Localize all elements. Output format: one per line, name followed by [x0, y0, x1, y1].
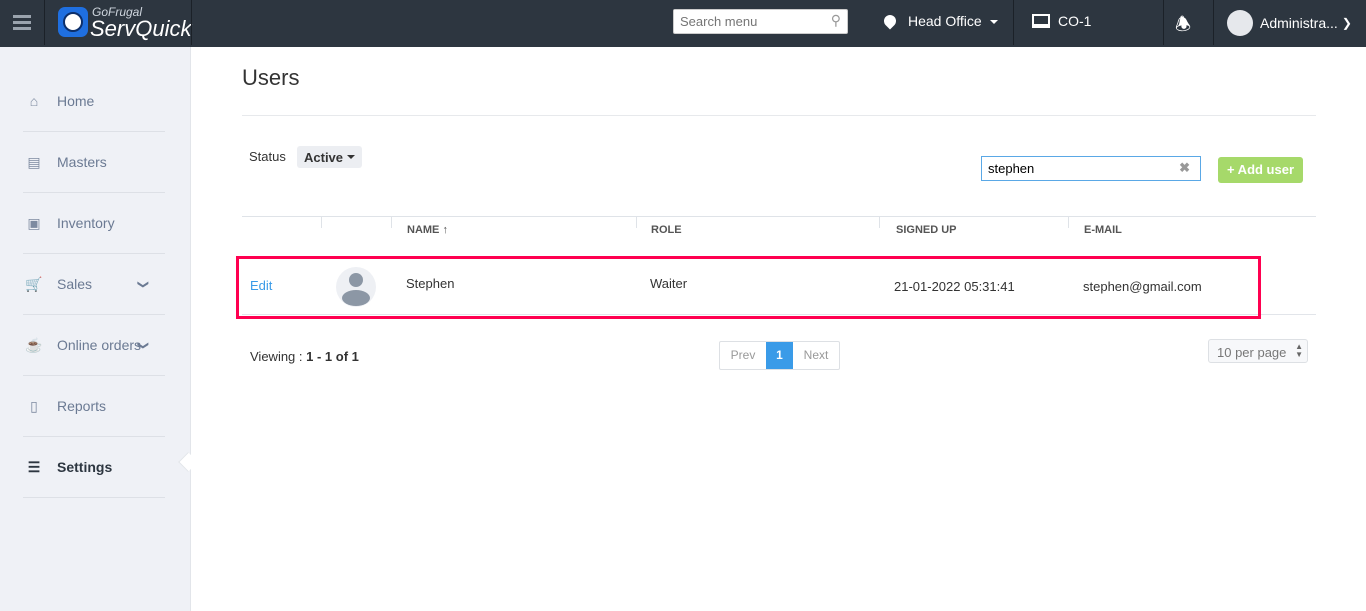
cart-icon: 🛒	[25, 275, 43, 292]
chevron-down-icon: ❯	[137, 279, 150, 289]
sidebar-label: Reports	[57, 398, 107, 414]
caret-down-icon	[989, 19, 998, 28]
avatar	[1227, 10, 1253, 36]
highlight-box	[236, 256, 1261, 319]
inventory-trolley-icon: ▣	[27, 214, 41, 231]
terminal-label: CO-1	[1058, 13, 1092, 29]
chevron-down-icon: ❯	[1341, 16, 1352, 30]
sidebar-item-home[interactable]: ⌂ Home	[23, 71, 165, 132]
sidebar-item-settings[interactable]: ☰ Settings	[23, 437, 165, 498]
computer-icon	[1032, 14, 1050, 28]
sidebar: ⌂ Home ▤ Masters ▣ Inventory 🛒 Sales ❯ ☕ Onlin…	[0, 47, 198, 611]
food-icon: ☕	[25, 336, 43, 353]
menu-toggle-icon[interactable]	[13, 15, 31, 30]
active-pointer	[178, 452, 198, 472]
location-label: Head Office	[908, 13, 982, 29]
page-1-button[interactable]: 1	[766, 342, 793, 369]
sidebar-label: Settings	[57, 459, 113, 475]
column-header-email[interactable]: E-MAIL	[1084, 216, 1122, 242]
sidebar-item-reports[interactable]: ▯ Reports	[23, 376, 165, 437]
clear-search-icon[interactable]: ✖	[1179, 160, 1190, 176]
sidebar-item-sales[interactable]: 🛒 Sales ❯	[23, 254, 165, 315]
home-icon: ⌂	[29, 93, 39, 109]
updown-arrows-icon: ▲ ▼	[1295, 342, 1303, 359]
search-menu-input[interactable]	[674, 10, 819, 32]
column-header-role[interactable]: ROLE	[651, 216, 682, 242]
per-page-select[interactable]: 10 per page ▲ ▼	[1208, 339, 1308, 363]
sidebar-label: Home	[57, 93, 95, 109]
chevron-down-icon: ❯	[137, 340, 150, 350]
user-search-input[interactable]	[982, 157, 1172, 179]
sidebar-label: Masters	[57, 154, 107, 170]
masters-icon: ▤	[27, 153, 41, 170]
sort-asc-icon: ↑	[442, 224, 448, 236]
bar-signal-icon: ▯	[30, 397, 38, 414]
status-label: Status	[249, 149, 286, 164]
title-divider	[242, 115, 1316, 116]
sidebar-item-inventory[interactable]: ▣ Inventory	[23, 193, 165, 254]
column-header-signed-up[interactable]: SIGNED UP	[896, 216, 957, 242]
top-bar: GoFrugal ServQuick ⚲ Head Office CO-1 🕭 …	[0, 0, 1366, 47]
table-top-border	[242, 216, 1316, 217]
viewing-range: 1 - 1 of 1	[306, 349, 359, 364]
add-user-button[interactable]: + Add user	[1218, 157, 1303, 183]
page-title: Users	[242, 65, 300, 90]
sidebar-item-online-orders[interactable]: ☕ Online orders ❯	[23, 315, 165, 376]
per-page-value: 10 per page	[1217, 345, 1287, 360]
user-menu[interactable]: Administra... ❯	[1227, 10, 1352, 36]
user-name: Administra...	[1260, 15, 1338, 31]
caret-down-icon	[347, 155, 356, 163]
status-value: Active	[304, 149, 344, 165]
user-search-box[interactable]: ✖	[981, 156, 1201, 181]
header-label: NAME	[407, 224, 440, 236]
viewing-label: Viewing :	[250, 349, 307, 364]
logo-icon	[58, 7, 88, 37]
column-header-name[interactable]: NAME ↑	[407, 216, 448, 242]
search-menu[interactable]: ⚲	[673, 9, 848, 34]
prev-page-button[interactable]: Prev	[720, 342, 766, 369]
status-dropdown[interactable]: Active	[297, 146, 363, 168]
terminal-selector[interactable]: CO-1	[1032, 13, 1091, 29]
next-page-button[interactable]: Next	[793, 342, 839, 369]
sidebar-item-masters[interactable]: ▤ Masters	[23, 132, 165, 193]
sidebar-label: Inventory	[57, 215, 115, 231]
notification-bell-icon[interactable]: 🕭	[1175, 12, 1191, 42]
pagination: Prev 1 Next	[719, 341, 840, 370]
sidebar-label: Sales	[57, 276, 93, 292]
sliders-icon: ☰	[27, 458, 41, 475]
brand-name: ServQuick	[90, 16, 192, 41]
location-pin-icon	[881, 12, 899, 30]
search-icon[interactable]: ⚲	[831, 12, 841, 29]
viewing-info: Viewing : 1 - 1 of 1	[250, 349, 359, 364]
location-selector[interactable]: Head Office	[881, 12, 998, 30]
sidebar-label: Online orders	[57, 337, 142, 353]
